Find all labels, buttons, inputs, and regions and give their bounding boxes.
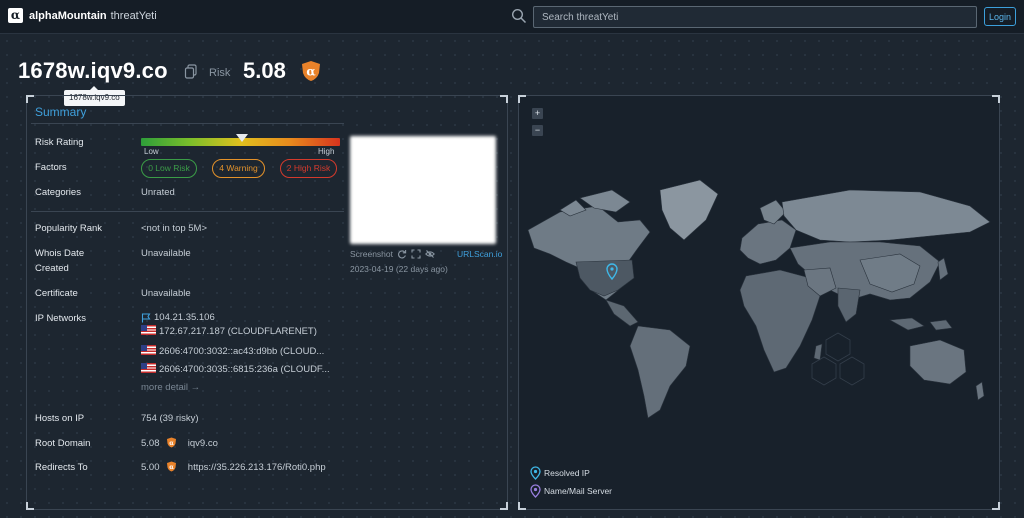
name-server-pin-icon <box>530 484 541 498</box>
search-input[interactable] <box>533 6 977 28</box>
map-indonesia <box>889 317 953 331</box>
popularity-value: <not in top 5M> <box>141 223 208 234</box>
map-australia <box>909 339 967 385</box>
corner-bracket <box>992 502 1000 510</box>
map-zoom-out-button[interactable]: − <box>532 125 543 136</box>
expand-icon[interactable] <box>411 249 421 259</box>
logo[interactable]: α alphaMountain threatYeti <box>8 8 157 23</box>
us-flag-icon <box>141 345 156 355</box>
redirects-to-label: Redirects To <box>35 462 88 473</box>
product-name: threatYeti <box>110 9 157 22</box>
map-europe <box>739 219 797 265</box>
more-detail-link[interactable]: more detail → <box>141 382 200 393</box>
map-madagascar <box>813 343 823 361</box>
svg-text:α: α <box>169 440 174 447</box>
corner-bracket <box>26 95 34 103</box>
top-nav-bar: α alphaMountain threatYeti Login <box>0 0 1024 34</box>
legend-resolved-ip: Resolved IP <box>530 466 590 480</box>
brand-name: alphaMountain <box>29 9 107 22</box>
search-icon[interactable] <box>511 8 527 24</box>
map-greenland <box>659 179 719 241</box>
map-india <box>837 287 861 323</box>
hosts-on-ip-label: Hosts on IP <box>35 413 85 424</box>
summary-title: Summary <box>35 105 87 119</box>
urlscan-link[interactable]: URLScan.io <box>457 249 502 259</box>
divider <box>31 123 344 124</box>
refresh-icon[interactable] <box>397 249 407 259</box>
corner-bracket <box>500 95 508 103</box>
ip-network-row[interactable]: 2606:4700:3032::ac43:d9bb (CLOUD... <box>141 345 324 359</box>
copy-icon[interactable] <box>184 64 198 79</box>
corner-bracket <box>500 502 508 510</box>
map-central-america <box>605 299 639 327</box>
ip-network-text: 2606:4700:3035::6815:236a (CLOUDF... <box>159 364 330 375</box>
ip-network-row[interactable]: 2606:4700:3035::6815:236a (CLOUDF... <box>141 363 330 377</box>
risk-shield-icon: α <box>167 461 177 472</box>
risk-gauge-marker <box>236 134 249 142</box>
redirects-to-value-row[interactable]: 5.00 α https://35.226.213.176/Roti0.php <box>141 461 326 475</box>
screenshot-label: Screenshot <box>350 249 393 259</box>
root-domain-score: 5.08 <box>141 438 160 449</box>
root-domain-link[interactable]: iqv9.co <box>188 438 218 449</box>
divider <box>31 211 344 212</box>
risk-score: 5.08 <box>243 58 286 83</box>
corner-bracket <box>992 95 1000 103</box>
factor-warning-pill[interactable]: 4 Warning <box>212 159 265 178</box>
map-zoom-in-button[interactable]: + <box>532 108 543 119</box>
certificate-value: Unavailable <box>141 288 191 299</box>
map-japan <box>937 257 949 281</box>
risk-shield-icon: α <box>167 437 177 448</box>
world-map[interactable] <box>520 150 1000 430</box>
svg-text:α: α <box>306 65 315 79</box>
svg-text:α: α <box>169 464 174 471</box>
ip-network-text: 2606:4700:3032::ac43:d9bb (CLOUD... <box>159 346 325 357</box>
eye-slash-icon[interactable] <box>425 249 435 259</box>
us-flag-icon <box>141 363 156 373</box>
factor-low-risk-pill[interactable]: 0 Low Risk <box>141 159 197 178</box>
whois-value: Unavailable <box>141 248 191 259</box>
us-flag-icon <box>141 325 156 335</box>
page-title: 1678w.iqv9.co <box>18 58 168 83</box>
gauge-high-label: High <box>318 147 335 156</box>
whois-label-line2: Created <box>35 263 69 274</box>
screenshot-date: 2023-04-19 (22 days ago) <box>350 264 448 274</box>
ip-network-text: 172.67.217.187 (CLOUDFLARENET) <box>159 326 317 337</box>
certificate-label: Certificate <box>35 288 78 299</box>
corner-bracket <box>26 502 34 510</box>
gauge-low-label: Low <box>144 147 159 156</box>
ip-networks-label: IP Networks <box>35 313 87 324</box>
popularity-label: Popularity Rank <box>35 223 103 234</box>
corner-bracket <box>518 502 526 510</box>
flag-outline-icon <box>141 313 151 323</box>
ip-network-row[interactable]: 172.67.217.187 (CLOUDFLARENET) <box>141 325 317 339</box>
map-russia <box>781 189 991 243</box>
whois-label: Whois Date <box>35 248 85 259</box>
hosts-on-ip-value[interactable]: 754 (39 risky) <box>141 412 199 426</box>
resolved-ip-pin-icon <box>530 466 541 480</box>
categories-label: Categories <box>35 187 81 198</box>
redirect-link[interactable]: https://35.226.213.176/Roti0.php <box>188 462 326 473</box>
legend-name-mail-server: Name/Mail Server <box>530 484 612 498</box>
root-domain-label: Root Domain <box>35 438 91 449</box>
login-button[interactable]: Login <box>984 7 1016 26</box>
map-new-zealand <box>975 381 985 401</box>
site-screenshot-thumbnail[interactable] <box>350 136 496 244</box>
screenshot-meta: Screenshot URLScan.io <box>350 249 502 259</box>
categories-value: Unrated <box>141 187 175 198</box>
risk-label: Risk <box>209 67 231 79</box>
map-usa <box>575 259 635 297</box>
factor-high-risk-pill[interactable]: 2 High Risk <box>280 159 337 178</box>
risk-shield-icon: α <box>302 61 320 81</box>
decorative-hexagons <box>811 332 865 386</box>
legend-label: Resolved IP <box>544 468 590 478</box>
factors-label: Factors <box>35 162 67 173</box>
primary-ip-link[interactable]: 104.21.35.106 <box>154 312 215 323</box>
risk-rating-label: Risk Rating <box>35 137 84 148</box>
redirect-score: 5.00 <box>141 462 160 473</box>
map-south-america <box>629 325 691 419</box>
corner-bracket <box>518 95 526 103</box>
alpha-logo-icon: α <box>8 8 23 23</box>
legend-label: Name/Mail Server <box>544 486 613 496</box>
root-domain-value-row[interactable]: 5.08 α iqv9.co <box>141 437 218 451</box>
